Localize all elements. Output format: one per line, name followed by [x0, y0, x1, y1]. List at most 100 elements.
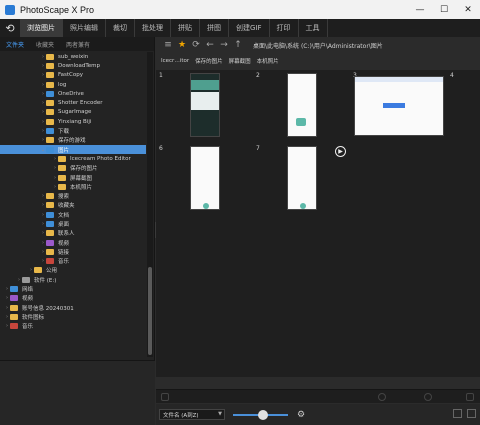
tree-item[interactable]: › 本机照片	[0, 182, 146, 191]
subfolder-link[interactable]: 本机照片	[257, 57, 279, 65]
folder-tree: › sub_weixin › DownloadTemp › FastCopy › log › On…	[0, 52, 146, 357]
subfolder-link[interactable]: Icecr…itor	[161, 58, 189, 64]
tab-combine[interactable]: 拼图	[200, 19, 229, 37]
tree-item[interactable]: › 屏幕截图	[0, 173, 146, 182]
chevron-down-icon: ▼	[218, 411, 222, 417]
thumbnail-cell[interactable]: 4	[447, 70, 480, 143]
menu-icon[interactable]: ≡	[161, 38, 175, 52]
folder-icon	[46, 220, 54, 227]
folder-icon	[46, 137, 54, 144]
tab-batch[interactable]: 批处理	[135, 19, 171, 37]
tab-viewer[interactable]: 浏览图片	[20, 19, 63, 37]
tree-item[interactable]: › Yinxiang Biji	[0, 117, 146, 126]
tree-item[interactable]: › 视频	[0, 238, 146, 247]
tree-item[interactable]: › 保存的游戏	[0, 136, 146, 145]
tree-item[interactable]: › log	[0, 80, 146, 89]
refresh-icon[interactable]: ⟳	[189, 38, 203, 52]
tab-print[interactable]: 打印	[270, 19, 299, 37]
select-all-icon[interactable]	[161, 393, 169, 401]
tree-item[interactable]: › 软件 (E:)	[0, 275, 146, 284]
tree-item-label: OneDrive	[58, 90, 84, 97]
info-icon[interactable]	[378, 393, 386, 401]
tree-item[interactable]: › 音乐	[0, 322, 146, 331]
tree-item[interactable]: › 公用	[0, 266, 146, 275]
tree-item[interactable]: › 搜索	[0, 191, 146, 200]
tree-item-label: 搜索	[58, 194, 70, 201]
thumbnail-cell[interactable]: 2	[253, 70, 350, 143]
tab-both[interactable]: 两者兼有	[60, 40, 96, 49]
tree-item[interactable]: › 联系人	[0, 229, 146, 238]
tree-item[interactable]: › 网络	[0, 284, 146, 293]
thumbnail-image[interactable]	[190, 146, 220, 210]
tree-item[interactable]: › FastCopy	[0, 71, 146, 80]
tree-item-label: 软件 (E:)	[34, 277, 57, 284]
subfolder-link[interactable]: 屏幕截图	[229, 57, 251, 65]
tree-item-label: DownloadTemp	[58, 62, 100, 69]
thumbnail-image[interactable]	[354, 76, 444, 136]
forward-icon[interactable]: →	[217, 38, 231, 52]
tab-gif[interactable]: 创建GIF	[229, 19, 270, 37]
tree-item[interactable]: › 视频	[0, 294, 146, 303]
folder-icon	[10, 304, 18, 311]
tree-item[interactable]: › 音乐	[0, 257, 146, 266]
tree-item[interactable]: › Icecream Photo Editor	[0, 154, 146, 163]
thumbnail-cell[interactable]: 3	[350, 70, 447, 143]
tab-cut[interactable]: 裁切	[106, 19, 135, 37]
minimize-button[interactable]: —	[408, 0, 432, 19]
path-breadcrumb[interactable]: 桌面\此电脑\系统 (C:)\用户\Administrator\图片	[253, 41, 383, 50]
zoom-slider[interactable]	[233, 409, 288, 420]
folder-panel-tabs: 文件夹 收藏夹 两者兼有	[0, 37, 154, 51]
tab-collage[interactable]: 拼贴	[171, 19, 200, 37]
delete-icon[interactable]	[466, 393, 474, 401]
folder-panel: 文件夹 收藏夹 两者兼有 › sub_weixin › DownloadTemp › Fa…	[0, 37, 155, 360]
tree-item[interactable]: ⌄ 图片	[0, 144, 146, 155]
share-icon[interactable]	[424, 393, 432, 401]
thumbnail-number: 6	[159, 145, 163, 152]
tree-item[interactable]: › Shotter Encoder	[0, 98, 146, 107]
window-controls: — ☐ ✕	[408, 0, 480, 19]
tree-item[interactable]: › DownloadTemp	[0, 61, 146, 70]
tree-item[interactable]: › 软件图标	[0, 312, 146, 321]
tree-item[interactable]: › 账号信息 20240301	[0, 303, 146, 312]
tree-item[interactable]: › OneDrive	[0, 89, 146, 98]
folder-icon	[10, 323, 18, 330]
close-button[interactable]: ✕	[456, 0, 480, 19]
folder-icon	[46, 128, 54, 135]
tab-folders[interactable]: 文件夹	[0, 40, 30, 49]
tab-favorites[interactable]: 收藏夹	[30, 40, 60, 49]
tab-editor[interactable]: 照片编辑	[63, 19, 106, 37]
tab-tools[interactable]: 工具	[299, 19, 328, 37]
tree-item[interactable]: › 链接	[0, 247, 146, 256]
tree-item-label: 收藏夹	[58, 203, 75, 210]
tree-item-label: 网络	[22, 287, 34, 294]
folder-icon	[46, 211, 54, 218]
tree-item[interactable]: › sub_weixin	[0, 52, 146, 61]
thumbnail-cell[interactable]: 7 ▶	[253, 143, 350, 216]
subfolder-link[interactable]: 保存的图片	[195, 57, 223, 65]
maximize-button[interactable]: ☐	[432, 0, 456, 19]
tree-item[interactable]: › SugarImage	[0, 108, 146, 117]
grid-view-icon[interactable]	[453, 409, 462, 418]
up-icon[interactable]: ↑	[231, 38, 245, 52]
tree-item[interactable]: › 下载	[0, 126, 146, 135]
tree-item[interactable]: › 保存的图片	[0, 164, 146, 173]
gear-icon[interactable]: ⚙	[297, 410, 305, 420]
fullscreen-icon[interactable]	[467, 409, 476, 418]
sort-dropdown[interactable]: 文件名 (A到Z) ▼	[159, 409, 225, 420]
thumbnail-image[interactable]	[287, 146, 317, 210]
back-icon[interactable]: ←	[203, 38, 217, 52]
thumbnail-cell[interactable]: 6	[156, 143, 253, 216]
play-icon[interactable]: ▶	[335, 146, 346, 157]
thumbnail-image[interactable]	[287, 73, 317, 137]
home-logo-icon[interactable]: ⟲	[0, 19, 20, 37]
zoom-slider-handle[interactable]	[258, 409, 268, 420]
thumbnail-image[interactable]	[190, 73, 220, 137]
tree-scroll-thumb[interactable]	[148, 267, 152, 355]
tree-item[interactable]: › 桌面	[0, 219, 146, 228]
tree-scrollbar[interactable]	[147, 52, 153, 357]
tree-item[interactable]: › 收藏夹	[0, 201, 146, 210]
star-icon[interactable]: ★	[175, 38, 189, 52]
folder-icon	[10, 286, 18, 293]
tree-item[interactable]: › 文档	[0, 210, 146, 219]
thumbnail-cell[interactable]: 1	[156, 70, 253, 143]
